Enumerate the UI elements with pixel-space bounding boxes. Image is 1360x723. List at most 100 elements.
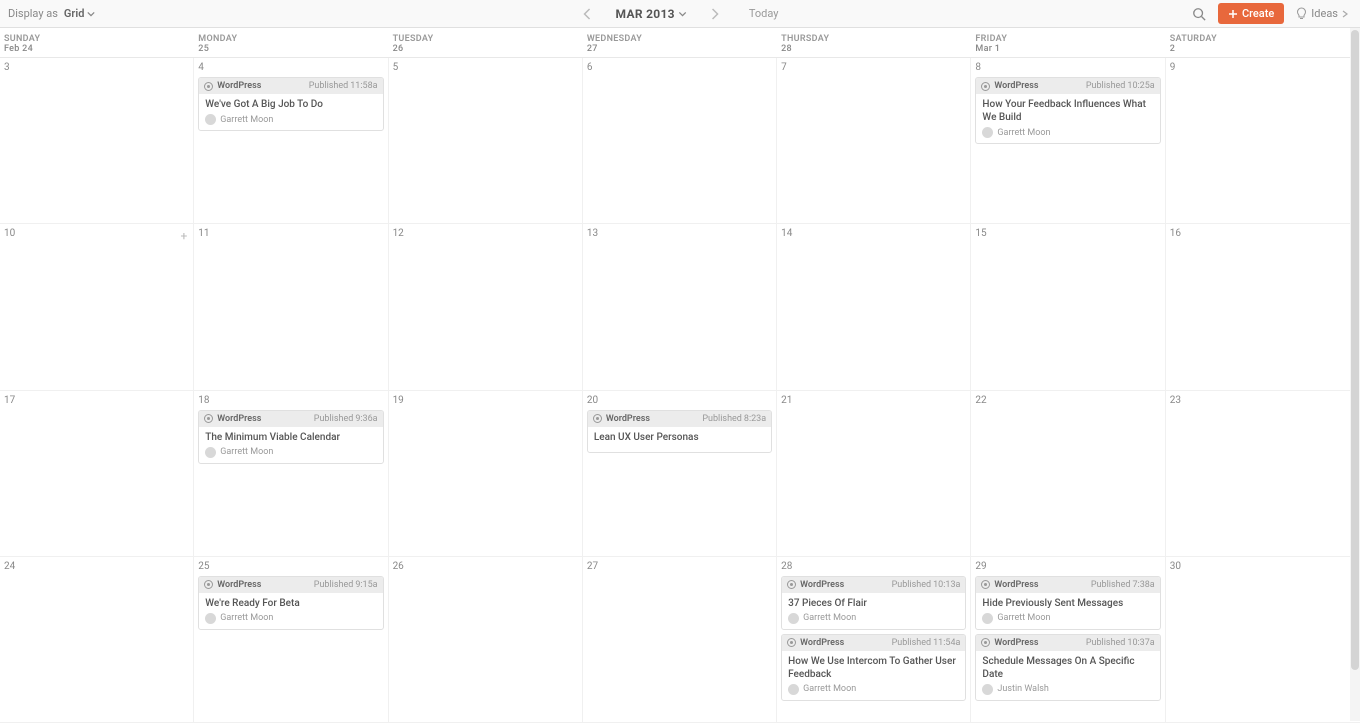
post-author: Garrett Moon [982,613,1153,624]
calendar-cell[interactable]: 11 [194,224,388,390]
wordpress-icon [787,638,796,647]
calendar-cell[interactable]: 9 [1166,58,1360,224]
day-number: 22 [975,395,1160,406]
chevron-right-icon [1342,10,1348,18]
day-header-sub: 27 [587,44,773,54]
calendar-cell[interactable]: 12 [389,224,583,390]
post-card-header: WordPressPublished9:15a [199,577,382,593]
calendar-cell[interactable]: 15 [971,224,1165,390]
published-label: Published [702,414,742,424]
post-source: WordPress [981,81,1038,91]
calendar-cell[interactable]: 23 [1166,391,1360,557]
day-header: THURSDAY28 [777,28,971,58]
day-number: 6 [587,62,772,73]
author-name: Garrett Moon [220,115,273,125]
day-number: 24 [4,561,189,572]
published-time: 11:54a [933,638,960,648]
day-header-name: WEDNESDAY [587,34,773,44]
published-label: Published [1086,81,1126,91]
day-number: 27 [587,561,772,572]
post-title: Schedule Messages On A Specific Date [982,655,1153,681]
toolbar-right: Create Ideas [1188,3,1352,25]
scrollbar[interactable] [1350,28,1360,721]
wordpress-icon [981,638,990,647]
post-source-label: WordPress [606,414,650,424]
month-label-text: MAR 2013 [616,7,675,21]
post-card-body: We're Ready For BetaGarrett Moon [199,593,382,629]
calendar-cell[interactable]: 7 [777,58,971,224]
post-source-label: WordPress [800,580,844,590]
day-header-name: TUESDAY [393,34,579,44]
plus-icon [1228,9,1238,19]
post-card[interactable]: WordPressPublished10:37aSchedule Message… [975,634,1160,701]
post-source: WordPress [787,580,844,590]
post-status: Published9:36a [314,414,378,424]
post-card[interactable]: WordPressPublished11:54aHow We Use Inter… [781,634,966,701]
day-number: 5 [393,62,578,73]
calendar-cell[interactable]: 3 [0,58,194,224]
calendar-cell[interactable]: 24 [0,557,194,723]
calendar-cell[interactable]: 30 [1166,557,1360,723]
calendar-cell[interactable]: 6 [583,58,777,224]
post-author: Garrett Moon [205,613,376,624]
calendar-cell[interactable]: 4WordPressPublished11:58aWe've Got A Big… [194,58,388,224]
published-label: Published [309,81,349,91]
published-time: 7:38a [1132,580,1154,590]
month-picker[interactable]: MAR 2013 [616,7,687,21]
day-number: 21 [781,395,966,406]
prev-month-button[interactable] [576,2,600,26]
post-card[interactable]: WordPressPublished9:15aWe're Ready For B… [198,576,383,630]
calendar-cell[interactable]: 25WordPressPublished9:15aWe're Ready For… [194,557,388,723]
calendar-cell[interactable]: 27 [583,557,777,723]
calendar-cell[interactable]: 22 [971,391,1165,557]
post-card[interactable]: WordPressPublished9:36aThe Minimum Viabl… [198,410,383,464]
calendar-cell[interactable]: 10+ [0,224,194,390]
post-source: WordPress [204,414,261,424]
post-author: Justin Walsh [982,684,1153,695]
scrollbar-thumb[interactable] [1351,30,1359,670]
post-status: Published10:25a [1086,81,1155,91]
avatar [982,684,993,695]
day-number: 8 [975,62,1160,73]
day-header-sub: Mar 1 [975,44,1161,54]
search-button[interactable] [1188,3,1210,25]
calendar-cell[interactable]: 29WordPressPublished7:38aHide Previously… [971,557,1165,723]
calendar-cell[interactable]: 28 WordPressPublished10:13a37 Pieces Of F… [777,557,971,723]
ideas-button[interactable]: Ideas [1292,4,1352,23]
calendar-cell[interactable]: 5 [389,58,583,224]
day-header: FRIDAYMar 1 [971,28,1165,58]
day-number: 28 [781,561,966,572]
create-button[interactable]: Create [1218,3,1284,24]
post-card[interactable]: WordPress Published10:25a How Your Feedbac… [975,77,1160,144]
search-icon [1192,7,1206,21]
post-card-body: Schedule Messages On A Specific Date Just… [976,651,1159,700]
calendar-cell[interactable]: 17 [0,391,194,557]
post-card[interactable]: WordPressPublished7:38aHide Previously S… [975,576,1160,630]
published-time: 10:13a [933,580,960,590]
display-mode-select[interactable]: Grid [64,7,96,20]
calendar-cell[interactable]: 16 [1166,224,1360,390]
calendar-cell[interactable]: 13 [583,224,777,390]
toolbar: Display as Grid MAR 2013 Today Create Id… [0,0,1360,28]
calendar-cell[interactable]: 18WordPressPublished9:36aThe Minimum Via… [194,391,388,557]
post-card[interactable]: WordPressPublished11:58aWe've Got A Big … [198,77,383,131]
day-header-sub: 25 [198,44,384,54]
calendar-cell[interactable]: 20WordPressPublished8:23aLean UX User Pe… [583,391,777,557]
calendar-cell[interactable]: 8 WordPress Published10:25a How Your Feedba… [971,58,1165,224]
post-card[interactable]: WordPressPublished10:13a37 Pieces Of Fla… [781,576,966,630]
post-card-body: How Your Feedback Influences What We Bui… [976,94,1159,143]
day-header-name: MONDAY [198,34,384,44]
next-month-button[interactable] [703,2,727,26]
calendar-cell[interactable]: 21 [777,391,971,557]
day-header-name: SUNDAY [4,34,190,44]
post-source-label: WordPress [217,81,261,91]
add-item-button[interactable]: + [180,229,187,243]
calendar-cell[interactable]: 26 [389,557,583,723]
calendar-cell[interactable]: 14 [777,224,971,390]
post-card[interactable]: WordPressPublished8:23aLean UX User Pers… [587,410,772,453]
avatar [205,613,216,624]
today-button[interactable]: Today [743,4,785,23]
post-title: Lean UX User Personas [594,431,765,444]
day-number: 17 [4,395,189,406]
calendar-cell[interactable]: 19 [389,391,583,557]
